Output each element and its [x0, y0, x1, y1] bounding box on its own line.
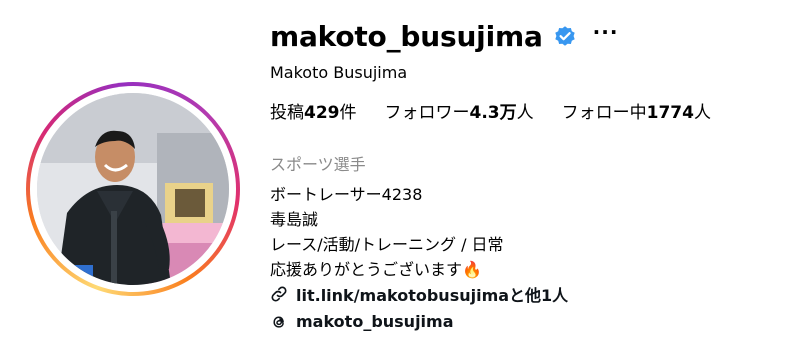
bio-line: レース/活動/トレーニング / 日常 [270, 235, 504, 254]
followers-stat[interactable]: フォロワー4.3万人 [385, 98, 534, 123]
posts-count: 429 [304, 103, 340, 123]
posts-label: 投稿 [270, 103, 304, 123]
followers-unit: 人 [516, 103, 534, 123]
following-unit: 人 [693, 103, 711, 123]
followers-count: 4.3万 [469, 103, 517, 123]
bio-line: ボートレーサー4238 [270, 185, 423, 204]
avatar-photo [37, 93, 229, 285]
threads-handle: makoto_busujima [296, 312, 454, 331]
username-row: makoto_busujima ··· [270, 16, 618, 56]
following-stat[interactable]: フォロー中1774人 [562, 98, 711, 123]
bio-line: 応援ありがとうございます🔥 [270, 256, 482, 280]
more-options-button[interactable]: ··· [593, 22, 619, 50]
bio-line: 毒島誠 [270, 210, 319, 229]
followers-label: フォロワー [384, 103, 470, 123]
story-ring[interactable] [26, 82, 240, 296]
username: makoto_busujima [270, 19, 543, 53]
bio-text: 応援ありがとうございます [270, 260, 463, 279]
link-text: lit.link/makotobusujimaと他1人 [296, 286, 569, 305]
following-count: 1774 [646, 103, 694, 123]
verified-badge-icon [554, 26, 575, 46]
profile-category: スポーツ選手 [270, 155, 366, 174]
posts-unit: 件 [339, 103, 357, 123]
profile-avatar[interactable] [37, 93, 229, 285]
full-name: Makoto Busujima [270, 63, 408, 82]
profile-stats: 投稿429件 フォロワー4.3万人 フォロー中1774人 [270, 98, 739, 123]
threads-link[interactable]: makoto_busujima [270, 312, 454, 331]
fire-emoji: 🔥 [462, 260, 482, 279]
posts-stat[interactable]: 投稿429件 [270, 98, 357, 123]
link-icon [271, 286, 287, 302]
following-label: フォロー中 [561, 103, 647, 123]
threads-icon [273, 315, 284, 328]
external-link[interactable]: lit.link/makotobusujimaと他1人 [270, 282, 568, 306]
avatar-gap [30, 86, 236, 292]
